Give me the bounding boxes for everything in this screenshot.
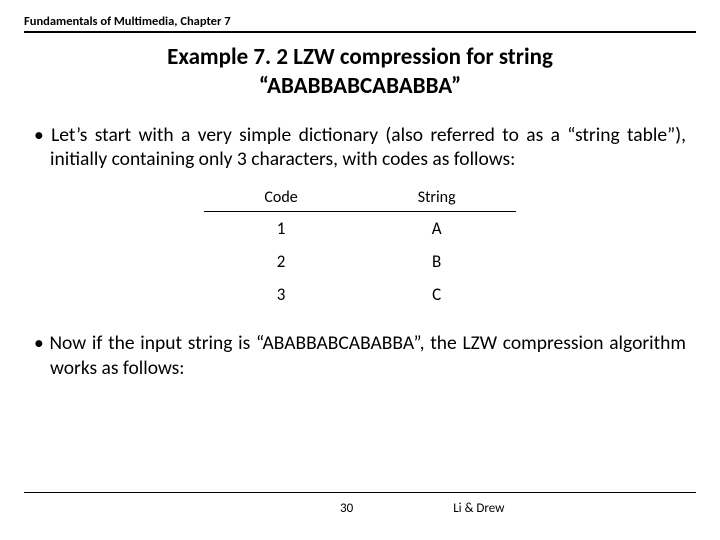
table-row: 1 A bbox=[204, 212, 515, 246]
page-number: 30 bbox=[28, 501, 393, 516]
chapter-label: Fundamentals of Multimedia, Chapter 7 bbox=[24, 14, 696, 31]
cell-code: 1 bbox=[204, 212, 357, 246]
bullet-2: Now if the input string is “ABABBABCABAB… bbox=[34, 331, 686, 381]
cell-string: B bbox=[358, 245, 516, 278]
slide-title: Example 7. 2 LZW compression for string … bbox=[24, 43, 696, 101]
table-header-row: Code String bbox=[204, 186, 515, 212]
table-row: 2 B bbox=[204, 245, 515, 278]
footer: 30 Li & Drew bbox=[24, 492, 696, 516]
cell-string: A bbox=[358, 212, 516, 246]
col-string: String bbox=[358, 186, 516, 212]
cell-code: 2 bbox=[204, 245, 357, 278]
cell-code: 3 bbox=[204, 278, 357, 311]
footer-row: 30 Li & Drew bbox=[24, 501, 696, 516]
col-code: Code bbox=[204, 186, 357, 212]
table-row: 3 C bbox=[204, 278, 515, 311]
header-rule bbox=[24, 31, 696, 33]
dictionary-table: Code String 1 A 2 B 3 C bbox=[204, 186, 515, 311]
authors: Li & Drew bbox=[393, 501, 692, 516]
slide: Fundamentals of Multimedia, Chapter 7 Ex… bbox=[0, 0, 720, 540]
bullet-1: Let’s start with a very simple dictionar… bbox=[34, 123, 686, 173]
slide-body: Let’s start with a very simple dictionar… bbox=[24, 123, 696, 382]
footer-rule bbox=[24, 492, 696, 493]
cell-string: C bbox=[358, 278, 516, 311]
